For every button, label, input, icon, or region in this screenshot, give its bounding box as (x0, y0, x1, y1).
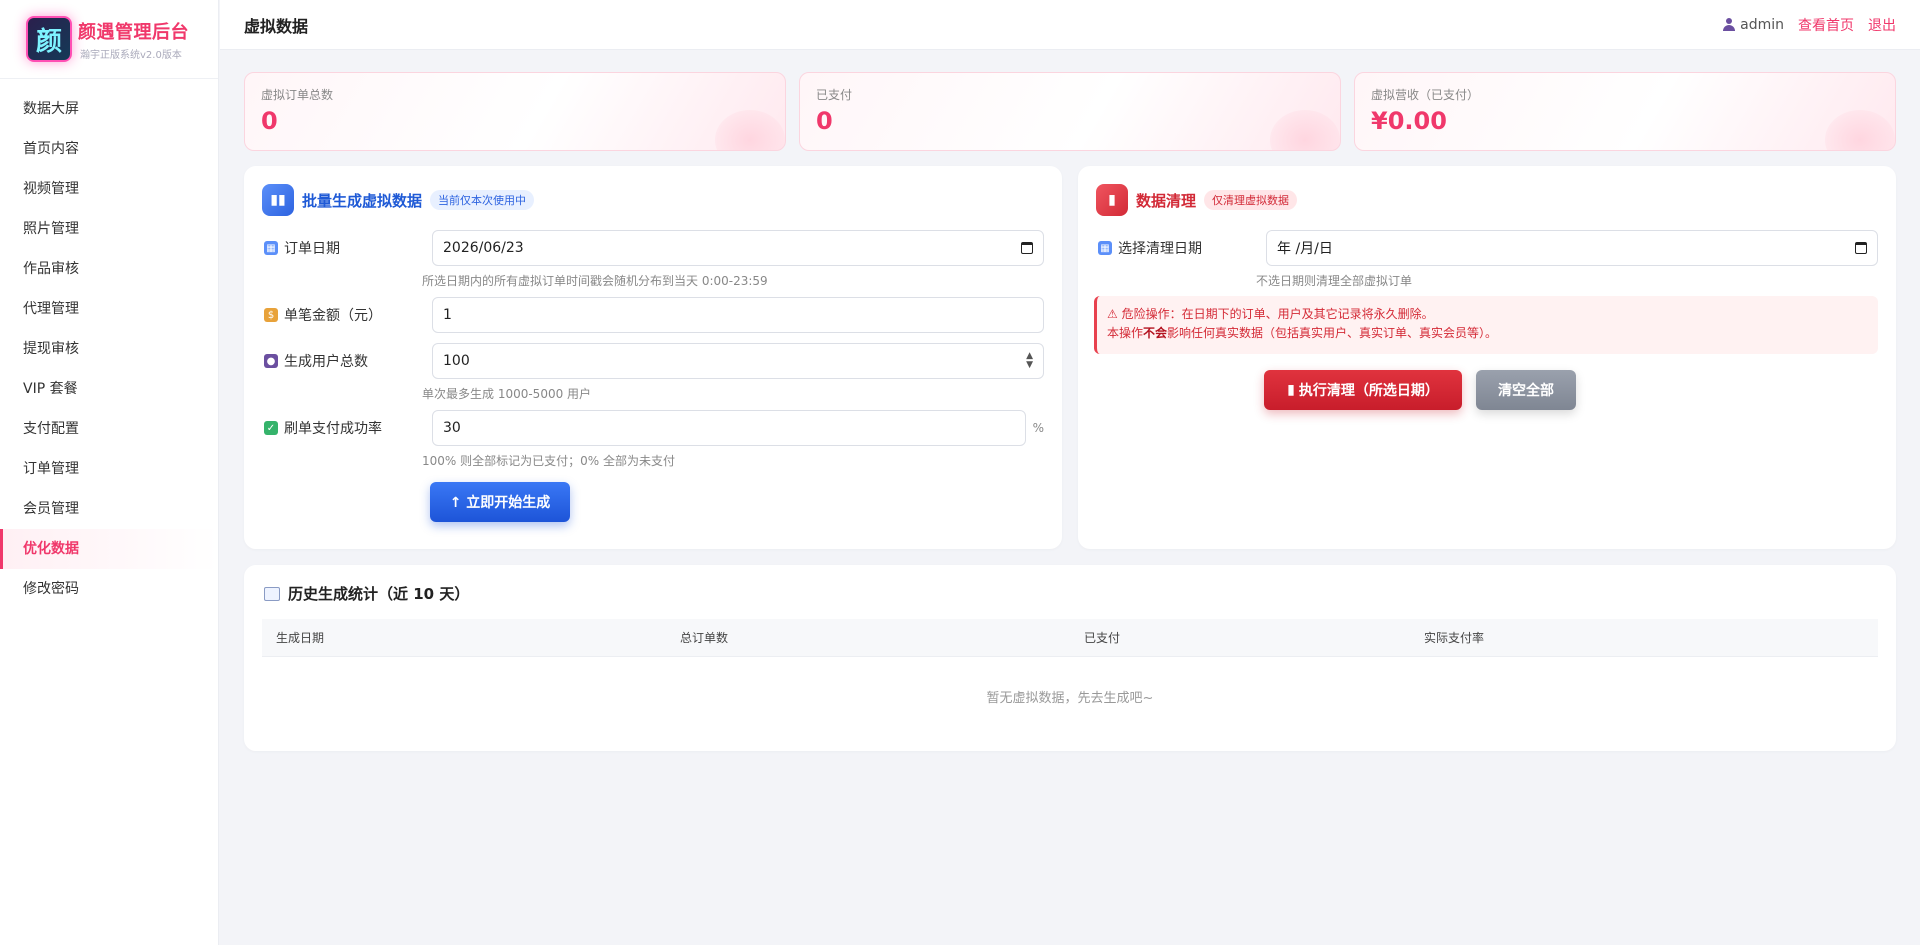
clear-title: 数据清理 (1136, 191, 1197, 210)
history-table-header: 生成日期 总订单数 已支付 实际支付率 (262, 619, 1878, 657)
column-header: 总订单数 (680, 631, 729, 645)
warning-line-2: 本操作不会影响任何真实数据（包括真实用户、真实订单、真实会员等）。 (1107, 326, 1498, 340)
amount-value: 1 (443, 307, 452, 323)
sidebar-item-optimize-data[interactable]: 优化数据 (0, 529, 218, 569)
calendar-icon: ▦ (264, 241, 278, 255)
clear-date-input[interactable]: 年 /月/日 (1266, 230, 1878, 266)
brand-subtitle: 瀚宇正版系统v2.0版本 (80, 49, 182, 61)
trash-icon: ▮ (1287, 382, 1295, 398)
current-user: admin (1723, 17, 1784, 33)
stat-label: 虚拟营收（已支付） (1371, 88, 1480, 102)
logout-link[interactable]: 退出 (1868, 15, 1896, 35)
page-title: 虚拟数据 (244, 16, 309, 36)
sidebar-item-work-review[interactable]: 作品审核 (0, 249, 218, 289)
clear-date-hint: 不选日期则清理全部虚拟订单 (1256, 274, 1413, 288)
clear-badge: 仅清理虚拟数据 (1204, 190, 1298, 210)
order-date-input[interactable]: 2026/06/23 (432, 230, 1044, 266)
users-row: ● 生成用户总数 100 ▲ ▼ (264, 343, 1044, 379)
sidebar-item-members[interactable]: 会员管理 (0, 489, 218, 529)
column-header: 生成日期 (276, 631, 325, 645)
stat-value: 0 (261, 107, 278, 135)
users-value: 100 (443, 353, 470, 369)
order-date-row: ▦ 订单日期 2026/06/23 (264, 230, 1044, 266)
amount-label: 单笔金额（元） (284, 308, 382, 324)
order-date-value: 2026/06/23 (443, 240, 524, 256)
view-home-link[interactable]: 查看首页 (1798, 15, 1854, 35)
rate-value: 30 (443, 420, 461, 436)
number-spinner-icon[interactable]: ▲ ▼ (1026, 352, 1033, 370)
check-icon: ✓ (264, 421, 278, 435)
history-panel: 历史生成统计（近 10 天） 生成日期 总订单数 已支付 实际支付率 暂无虚拟数… (244, 565, 1896, 751)
generate-title: 批量生成虚拟数据 (302, 191, 423, 210)
clear-date-row: ▦ 选择清理日期 年 /月/日 (1098, 230, 1878, 266)
stat-card-total-orders: 虚拟订单总数 0 (244, 72, 786, 151)
sidebar-item-withdraw-review[interactable]: 提现审核 (0, 329, 218, 369)
date-picker-icon[interactable] (1021, 242, 1033, 254)
stat-value: ¥0.00 (1371, 107, 1447, 135)
sidebar-item-photos[interactable]: 照片管理 (0, 209, 218, 249)
brand-title: 颜遇管理后台 (78, 21, 189, 43)
execute-clear-button[interactable]: ▮ 执行清理（所选日期） (1264, 370, 1462, 410)
order-date-label: 订单日期 (284, 241, 340, 257)
sidebar-item-orders[interactable]: 订单管理 (0, 449, 218, 489)
start-generate-button[interactable]: ↑ 立即开始生成 (430, 482, 570, 522)
generate-panel: ▮▮ 批量生成虚拟数据 当前仅本次使用中 ▦ 订单日期 2026/06/23 所… (244, 166, 1062, 549)
order-date-hint: 所选日期内的所有虚拟订单时间戳会随机分布到当天 0:00-23:59 (422, 274, 768, 288)
empty-state-text: 暂无虚拟数据，先去生成吧~ (986, 691, 1154, 706)
stat-value: 0 (816, 107, 833, 135)
rate-row: ✓ 刷单支付成功率 30 % (264, 410, 1044, 446)
rate-hint: 100% 则全部标记为已支付；0% 全部为未支付 (422, 454, 675, 468)
stat-label: 虚拟订单总数 (261, 88, 334, 102)
clear-date-label: 选择清理日期 (1118, 241, 1202, 257)
column-header: 实际支付率 (1424, 631, 1485, 645)
money-bag-icon: $ (264, 308, 278, 322)
sidebar-item-agents[interactable]: 代理管理 (0, 289, 218, 329)
warning-line-1: ⚠ 危险操作：在日期下的订单、用户及其它记录将永久删除。 (1107, 307, 1434, 321)
history-title: 历史生成统计（近 10 天） (288, 585, 470, 603)
trend-chart-icon (264, 586, 280, 601)
users-hint: 单次最多生成 1000-5000 用户 (422, 387, 592, 401)
amount-row: $ 单笔金额（元） 1 (264, 297, 1044, 333)
sidebar-nav: 数据大屏 首页内容 视频管理 照片管理 作品审核 代理管理 提现审核 VIP 套… (0, 79, 218, 609)
topbar: 虚拟数据 admin 查看首页 退出 (220, 0, 1920, 50)
clear-all-button[interactable]: 清空全部 (1476, 370, 1576, 410)
sidebar-item-dashboard[interactable]: 数据大屏 (0, 89, 218, 129)
users-input[interactable]: 100 ▲ ▼ (432, 343, 1044, 379)
danger-warning: ⚠ 危险操作：在日期下的订单、用户及其它记录将永久删除。 本操作不会影响任何真实… (1094, 296, 1878, 354)
generate-badge: 当前仅本次使用中 (430, 190, 535, 210)
rate-input[interactable]: 30 (432, 410, 1026, 446)
bar-chart-icon: ▮▮ (262, 184, 294, 216)
column-header: 已支付 (1084, 631, 1121, 645)
users-icon: ● (264, 354, 278, 368)
clear-panel: ▮ 数据清理 仅清理虚拟数据 ▦ 选择清理日期 年 /月/日 不选日期则清理全部… (1078, 166, 1896, 549)
clear-date-placeholder: 年 /月/日 (1277, 241, 1333, 257)
rate-label: 刷单支付成功率 (284, 421, 382, 437)
stat-card-revenue: 虚拟营收（已支付） ¥0.00 (1354, 72, 1896, 151)
date-picker-icon[interactable] (1855, 242, 1867, 254)
stat-label: 已支付 (816, 88, 853, 102)
user-icon (1723, 18, 1736, 31)
sidebar-item-vip-plans[interactable]: VIP 套餐 (0, 369, 218, 409)
sidebar-item-change-password[interactable]: 修改密码 (0, 569, 218, 609)
calendar-icon: ▦ (1098, 241, 1112, 255)
brand: 颜 颜遇管理后台 瀚宇正版系统v2.0版本 (0, 0, 218, 79)
trash-icon: ▮ (1096, 184, 1128, 216)
sidebar-item-videos[interactable]: 视频管理 (0, 169, 218, 209)
stat-card-paid: 已支付 0 (799, 72, 1341, 151)
sidebar: 颜 颜遇管理后台 瀚宇正版系统v2.0版本 数据大屏 首页内容 视频管理 照片管… (0, 0, 219, 945)
sidebar-item-home-content[interactable]: 首页内容 (0, 129, 218, 169)
logo: 颜 (26, 16, 72, 62)
rate-unit: % (1032, 421, 1044, 435)
amount-input[interactable]: 1 (432, 297, 1044, 333)
username: admin (1740, 16, 1784, 33)
sidebar-item-payment-config[interactable]: 支付配置 (0, 409, 218, 449)
users-label: 生成用户总数 (284, 354, 368, 370)
